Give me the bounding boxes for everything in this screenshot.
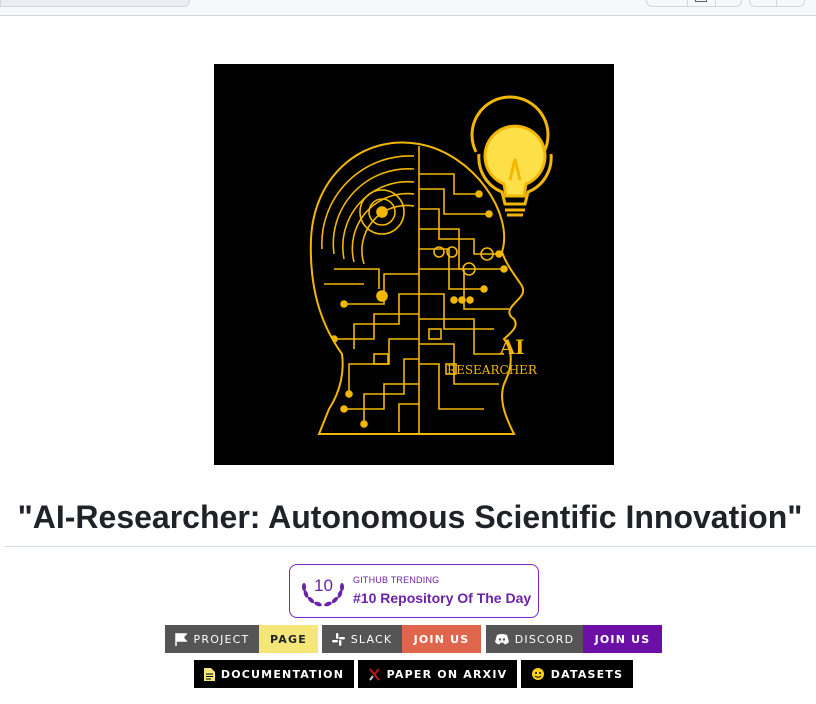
toolbar-button-group[interactable] <box>646 0 742 7</box>
badge-label: DATASETS <box>550 667 624 681</box>
title-divider <box>4 546 816 547</box>
lightbulb-icon <box>470 95 553 217</box>
page-title: "AI-Researcher: Autonomous Scientific In… <box>17 499 803 535</box>
logo-text-researcher: RESEARCHER <box>447 363 538 377</box>
arxiv-paper-badge[interactable]: PAPER ON ARXIV <box>358 660 517 688</box>
badge-left-label: SLACK <box>350 632 393 646</box>
divider <box>687 0 688 6</box>
trending-label: GITHUB TRENDING <box>353 575 440 585</box>
edit-button-group[interactable] <box>749 0 805 7</box>
trending-text: #10 Repository Of The Day <box>353 590 532 606</box>
view-tab-group[interactable] <box>0 0 190 7</box>
top-toolbar <box>0 0 816 16</box>
document-icon <box>203 667 215 681</box>
datasets-badge[interactable]: DATASETS <box>521 660 633 688</box>
slack-join-badge[interactable]: SLACK JOIN US <box>322 625 481 653</box>
divider <box>715 0 716 6</box>
discord-icon <box>494 633 509 644</box>
ai-researcher-logo: AI RESEARCHER <box>214 64 614 465</box>
badge-right-label: PAGE <box>259 625 318 653</box>
slack-icon <box>331 632 345 646</box>
logo-text-ai: AI <box>499 335 525 359</box>
trending-rank: 10 <box>314 576 333 595</box>
badge-right-label: JOIN US <box>583 625 662 653</box>
arxiv-icon <box>368 667 380 681</box>
discord-join-badge[interactable]: DISCORD JOIN US <box>486 625 662 653</box>
badge-label: PAPER ON ARXIV <box>386 667 508 681</box>
raw-icon <box>695 0 707 2</box>
github-trending-badge[interactable]: 10 GITHUB TRENDING #10 Repository Of The… <box>289 564 539 618</box>
project-page-badge[interactable]: PROJECT PAGE <box>165 625 318 653</box>
documentation-badge[interactable]: DOCUMENTATION <box>194 660 354 688</box>
badge-left-label: PROJECT <box>193 632 250 646</box>
divider <box>776 0 777 6</box>
badge-right-label: JOIN US <box>402 625 481 653</box>
flag-icon <box>174 632 188 646</box>
badge-label: DOCUMENTATION <box>220 667 345 681</box>
huggingface-icon <box>531 667 544 680</box>
badge-left-label: DISCORD <box>514 632 575 646</box>
